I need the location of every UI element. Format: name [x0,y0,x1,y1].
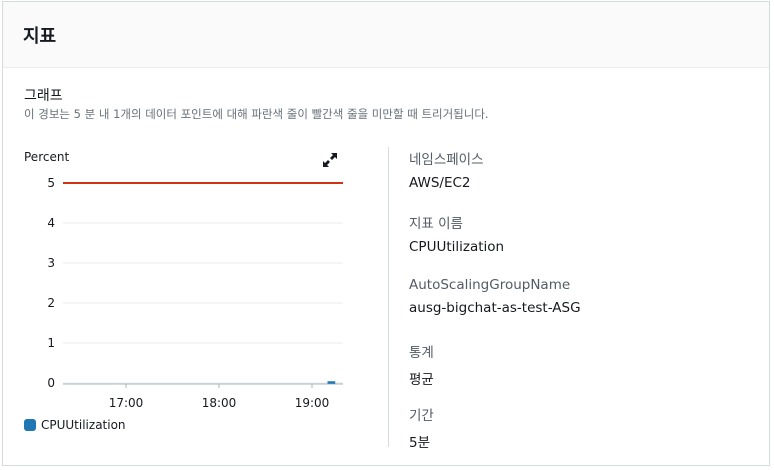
metrics-panel: 지표 그래프 이 경보는 5 분 내 1개의 데이터 포인트에 대해 파란색 줄… [2,1,770,466]
detail-label: AutoScalingGroupName [409,277,571,293]
x-tick-label: 19:00 [295,396,330,410]
vertical-divider [388,147,389,447]
detail-value: 5분 [409,435,431,451]
graph-description: 이 경보는 5 분 내 1개의 데이터 포인트에 대해 파란색 줄이 빨간색 줄… [24,107,489,121]
y-tick-label: 2 [47,296,55,310]
y-tick-label: 0 [47,376,55,390]
graph-title: 그래프 [24,88,63,104]
detail-value: 평균 [409,372,434,388]
line-chart: 0 1 2 3 4 5 17:00 18:00 19:00 [47,176,343,410]
detail-label: 통계 [409,345,434,361]
legend-label: CPUUtilization [41,418,126,432]
y-tick-label: 5 [47,176,55,190]
chart-container: Percent 0 1 2 3 4 5 17:00 18:00 19:00 CPUUtiliza… [3,142,383,442]
detail-item: 네임스페이스 AWS/EC2 [409,148,484,191]
detail-value: CPUUtilization [409,239,505,255]
detail-value: ausg-bigchat-as-test-ASG [409,300,581,316]
detail-item: 통계평균 [409,341,434,388]
detail-label: 기간 [409,408,434,424]
y-tick-label: 3 [47,256,55,270]
panel-header: 지표 [3,2,769,68]
x-tick-label: 18:00 [202,396,237,410]
detail-item: AutoScalingGroupName ausg-bigchat-as-test… [409,277,581,316]
detail-item: 지표 이름 CPUUtilization [409,212,504,255]
detail-label: 네임스페이스 [409,152,484,168]
chart-legend[interactable]: CPUUtilization [24,418,126,432]
detail-item: 기간 5분 [409,404,434,451]
x-tick-label: 17:00 [109,396,144,410]
y-tick-label: 4 [47,216,55,230]
detail-value: AWS/EC2 [409,175,471,191]
panel-title: 지표 [23,26,57,47]
legend-swatch [24,419,36,431]
detail-label: 지표 이름 [409,216,463,232]
y-tick-label: 1 [47,336,55,350]
